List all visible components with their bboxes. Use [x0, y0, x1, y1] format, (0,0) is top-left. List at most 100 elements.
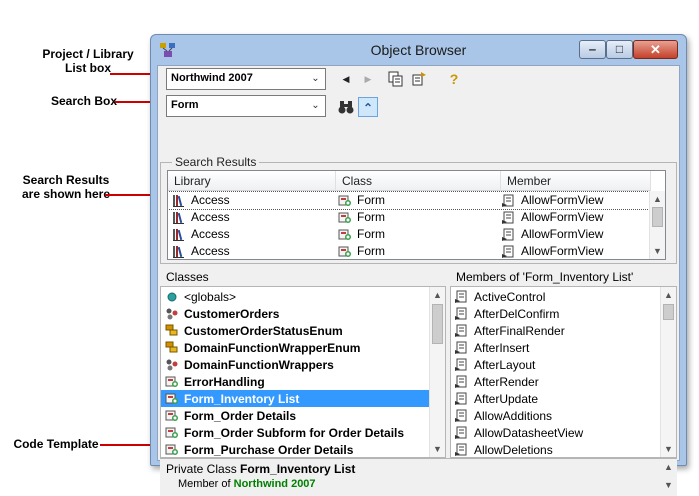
search-result-row[interactable]: Access Form AllowFormView: [168, 209, 651, 226]
scroll-up-icon[interactable]: ▲: [661, 459, 676, 475]
details-scrollbar[interactable]: ▲ ▼: [661, 459, 677, 495]
callout-line-search-results: [105, 194, 154, 196]
result-library-cell[interactable]: Access: [172, 209, 230, 226]
search-combo[interactable]: Form ⌄: [166, 95, 326, 117]
help-button[interactable]: ?: [444, 69, 464, 89]
maximize-icon: □: [615, 42, 624, 56]
member-item[interactable]: AllowDatasheetView: [451, 424, 660, 441]
search-result-row[interactable]: Access Form AllowFormView: [168, 191, 652, 210]
scroll-thumb[interactable]: [432, 304, 443, 344]
member-item[interactable]: AfterFinalRender: [451, 322, 660, 339]
classes-scrollbar[interactable]: ▲ ▼: [429, 287, 445, 457]
search-result-row[interactable]: Access Form AllowFormView: [168, 243, 651, 259]
form-icon: [338, 195, 351, 206]
copy-to-clipboard-button[interactable]: [386, 69, 406, 89]
close-button[interactable]: ✕: [633, 40, 678, 59]
class-item[interactable]: Form_Inventory List: [161, 390, 429, 407]
member-item[interactable]: AfterUpdate: [451, 390, 660, 407]
callout-line-project-library: [110, 73, 154, 75]
scroll-thumb[interactable]: [652, 207, 663, 227]
column-header-library[interactable]: Library: [168, 171, 336, 191]
project-library-combo[interactable]: Northwind 2007 ⌄: [166, 68, 326, 90]
members-list[interactable]: ActiveControl AfterDelConfirm AfterFinalRe…: [450, 286, 677, 458]
search-results-label: Search Results: [172, 155, 260, 169]
class-item-label: CustomerOrderStatusEnum: [184, 323, 343, 338]
scroll-up-icon[interactable]: ▲: [430, 287, 445, 303]
result-member-cell[interactable]: AllowFormView: [502, 192, 603, 209]
members-scrollbar[interactable]: ▲ ▼: [660, 287, 676, 457]
class-item[interactable]: CustomerOrderStatusEnum: [161, 322, 429, 339]
class-item-label: CustomerOrders: [184, 306, 280, 321]
column-header-member[interactable]: Member: [501, 171, 651, 191]
result-library-cell[interactable]: Access: [172, 226, 230, 243]
class-item[interactable]: CustomerOrders: [161, 305, 429, 322]
scroll-down-icon[interactable]: ▼: [661, 477, 676, 493]
class-item[interactable]: Form_Purchase Order Details: [161, 441, 429, 457]
chevron-down-icon[interactable]: ⌄: [308, 71, 323, 87]
result-class-cell[interactable]: Form: [338, 209, 385, 226]
view-definition-button[interactable]: [409, 69, 429, 89]
scroll-down-icon[interactable]: ▼: [650, 243, 665, 259]
result-library: Access: [191, 227, 230, 241]
member-icon: [455, 375, 467, 388]
class-item-label: DomainFunctionWrappers: [184, 357, 334, 372]
details-member-of-label: Member of: [178, 478, 234, 490]
scroll-up-icon[interactable]: ▲: [650, 191, 665, 207]
member-item[interactable]: AllowDeletions: [451, 441, 660, 457]
column-header-class[interactable]: Class: [336, 171, 501, 191]
result-library: Access: [191, 244, 230, 258]
minimize-button[interactable]: ‒: [579, 40, 606, 59]
class-item-label: Form_Purchase Order Details: [184, 442, 354, 457]
chevron-down-icon[interactable]: ⌄: [308, 98, 323, 114]
class-item[interactable]: ErrorHandling: [161, 373, 429, 390]
result-library-cell[interactable]: Access: [172, 243, 230, 259]
member-item[interactable]: AfterDelConfirm: [451, 305, 660, 322]
search-results-list[interactable]: Library Class Member Access Form AllowForm…: [167, 170, 666, 260]
member-item[interactable]: AfterInsert: [451, 339, 660, 356]
scroll-thumb[interactable]: [663, 304, 674, 320]
maximize-button[interactable]: □: [606, 40, 633, 59]
result-class-cell[interactable]: Form: [338, 243, 385, 259]
toggle-search-results-button[interactable]: ⌃: [358, 97, 378, 117]
client-area: Northwind 2007 ⌄ ◀ ▶ ? Form ⌄ ⌃ Search R…: [157, 65, 680, 496]
search-result-row[interactable]: Access Form AllowFormView: [168, 226, 651, 243]
result-class-cell[interactable]: Form: [338, 192, 385, 209]
result-member-cell[interactable]: AllowFormView: [502, 209, 603, 226]
classes-list[interactable]: <globals> CustomerOrders CustomerOrderStat…: [160, 286, 446, 458]
scroll-down-icon[interactable]: ▼: [661, 441, 676, 457]
member-icon: [455, 426, 467, 439]
member-item[interactable]: AfterRender: [451, 373, 660, 390]
class-item[interactable]: Form_Order Details: [161, 407, 429, 424]
back-button[interactable]: ◀: [336, 69, 356, 89]
result-class-cell[interactable]: Form: [338, 226, 385, 243]
class-item[interactable]: DomainFunctionWrapperEnum: [161, 339, 429, 356]
search-button[interactable]: [336, 97, 356, 117]
member-icon: [455, 341, 467, 354]
result-library-cell[interactable]: Access: [172, 192, 230, 209]
result-class: Form: [357, 193, 385, 207]
form-icon: [165, 393, 178, 404]
globe-icon: [167, 292, 177, 302]
scroll-up-icon[interactable]: ▲: [661, 287, 676, 303]
class-item[interactable]: <globals>: [161, 288, 429, 305]
result-member-cell[interactable]: AllowFormView: [502, 243, 603, 259]
class-item[interactable]: Form_Order Subform for Order Details: [161, 424, 429, 441]
forward-button[interactable]: ▶: [358, 69, 378, 89]
scroll-down-icon[interactable]: ▼: [430, 441, 445, 457]
details-library-link[interactable]: Northwind 2007: [234, 478, 316, 490]
library-icon: [173, 229, 184, 241]
search-results-header: Library Class Member: [168, 171, 651, 191]
member-item[interactable]: AfterLayout: [451, 356, 660, 373]
callout-search-results: Search Results are shown here: [21, 173, 111, 201]
title-bar[interactable]: Object Browser ‒ □ ✕: [151, 35, 686, 65]
member-item[interactable]: AllowAdditions: [451, 407, 660, 424]
class-item-label: Form_Order Subform for Order Details: [184, 425, 405, 440]
form-icon: [338, 212, 351, 223]
details-pane[interactable]: Private Class Form_Inventory List Member…: [160, 458, 677, 496]
class-item[interactable]: DomainFunctionWrappers: [161, 356, 429, 373]
details-name: Form_Inventory List: [240, 462, 356, 476]
result-member-cell[interactable]: AllowFormView: [502, 226, 603, 243]
result-member: AllowFormView: [521, 210, 604, 224]
search-results-scrollbar[interactable]: ▲ ▼: [649, 191, 665, 259]
member-item[interactable]: ActiveControl: [451, 288, 660, 305]
